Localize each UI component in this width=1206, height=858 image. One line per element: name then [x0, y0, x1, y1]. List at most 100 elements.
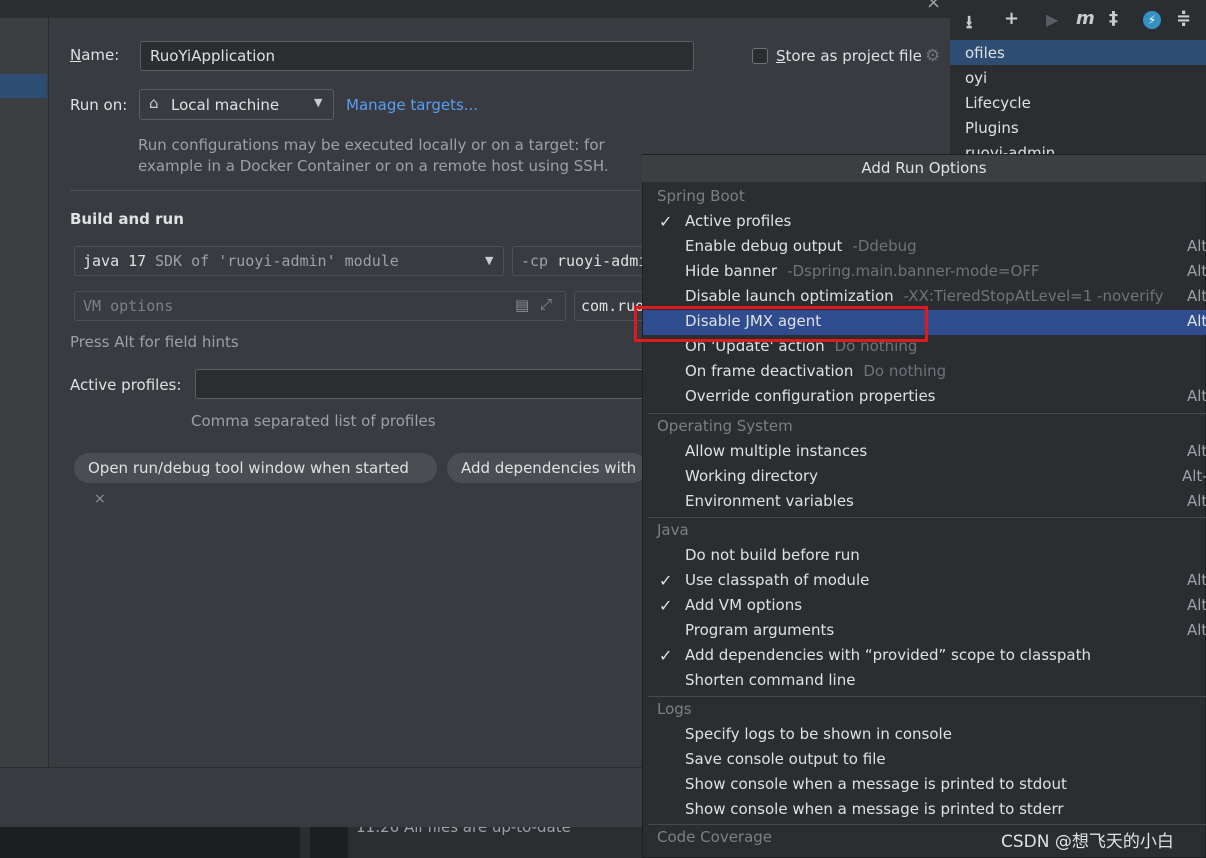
- run-option-label: Disable launch optimization: [685, 287, 894, 305]
- active-profiles-label: Active profiles:: [70, 376, 182, 394]
- run-on-label: Run on:: [70, 96, 128, 114]
- add-dependencies-chip[interactable]: Add dependencies with “: [447, 453, 647, 483]
- active-profiles-field[interactable]: [195, 369, 655, 399]
- maven-run-icon[interactable]: ▶: [1046, 10, 1058, 29]
- run-option-label: Working directory: [685, 467, 819, 485]
- shortcut-hint: Alt: [1187, 571, 1206, 589]
- shortcut-hint: Alt: [1187, 442, 1206, 460]
- maven-tree-item[interactable]: ofiles: [965, 44, 1005, 62]
- popup-group-separator: [648, 824, 1206, 825]
- popup-group-header: Operating System: [657, 417, 793, 435]
- popup-title: Add Run Options: [642, 155, 1206, 182]
- run-option-item[interactable]: Working directory: [685, 467, 818, 485]
- run-option-item[interactable]: Hide banner -Dspring.main.banner-mode=OFF: [685, 262, 1040, 280]
- checkmark-icon: ✓: [659, 596, 673, 615]
- config-tree-panel: [0, 18, 49, 768]
- manage-targets-link[interactable]: Manage targets...: [346, 96, 478, 114]
- run-option-item[interactable]: Shorten command line: [685, 671, 855, 689]
- popup-group-header: Java: [657, 521, 689, 539]
- gear-icon[interactable]: ⚙: [925, 46, 940, 66]
- store-as-project-file-checkbox[interactable]: [752, 48, 768, 64]
- popup-group-header: Logs: [657, 700, 692, 718]
- shortcut-hint: Alt: [1187, 621, 1206, 639]
- divider: [70, 190, 640, 191]
- shortcut-hint: Alt: [1187, 596, 1206, 614]
- store-as-project-file-label[interactable]: Store as project file: [776, 47, 922, 65]
- run-option-label: Add VM options: [685, 596, 803, 614]
- run-option-label: Save console output to file: [685, 750, 886, 768]
- jdk-dropdown[interactable]: java 17 SDK of 'ruoyi-admin' module ▼: [74, 246, 504, 276]
- build-and-run-heading: Build and run: [70, 210, 184, 228]
- checkmark-icon: ✓: [659, 646, 673, 665]
- run-option-item[interactable]: Use classpath of module: [685, 571, 869, 589]
- checkmark-icon: ✓: [659, 212, 673, 231]
- checkmark-icon: ✓: [659, 571, 673, 590]
- shortcut-hint: Alt: [1187, 287, 1206, 305]
- run-option-item[interactable]: Enable debug output -Ddebug: [685, 237, 917, 255]
- maven-toggle-offline-icon[interactable]: ‡: [1109, 8, 1118, 29]
- popup-group-separator: [648, 696, 1206, 697]
- run-option-item[interactable]: Disable launch optimization -XX:TieredSto…: [685, 287, 1163, 305]
- popup-group-header: Spring Boot: [657, 187, 745, 205]
- maven-tree-item[interactable]: oyi: [965, 69, 987, 87]
- run-option-label: Environment variables: [685, 492, 854, 510]
- maven-tree-item[interactable]: Lifecycle: [965, 94, 1031, 112]
- maven-skip-tests-icon[interactable]: ⚡: [1143, 11, 1161, 29]
- home-icon: ⌂: [149, 94, 159, 112]
- chevron-down-icon: ▼: [485, 254, 494, 267]
- run-option-item[interactable]: Add dependencies with “provided” scope t…: [685, 646, 1091, 664]
- profiles-hint: Comma separated list of profiles: [191, 412, 436, 430]
- run-option-item[interactable]: Specify logs to be shown in console: [685, 725, 952, 743]
- maven-download-icon[interactable]: ⭳: [966, 10, 972, 40]
- maven-panel: ⭳ + ▶ m ‡ ⚡ ≑ ofiles oyi Lifecycle Plugi…: [946, 0, 1206, 162]
- run-option-hint: Do nothing: [863, 362, 947, 380]
- classpath-module-dropdown[interactable]: -cp ruoyi-admi: [512, 246, 652, 276]
- run-option-item[interactable]: Environment variables: [685, 492, 854, 510]
- ide-bottom-separator: [300, 826, 310, 858]
- run-option-item[interactable]: Show console when a message is printed t…: [685, 800, 1064, 818]
- maven-collapse-icon[interactable]: ≑: [1176, 8, 1191, 29]
- run-option-item[interactable]: Do not build before run: [685, 546, 860, 564]
- run-option-hint: -Ddebug: [852, 237, 917, 255]
- console-panel: 11:26 All files are up-to-date: [348, 818, 648, 858]
- run-option-item[interactable]: Program arguments: [685, 621, 834, 639]
- expand-text-icon[interactable]: ▤: [515, 296, 529, 314]
- run-option-label: Add dependencies with “provided” scope t…: [685, 646, 1091, 664]
- popup-group-header: Code Coverage: [657, 828, 773, 846]
- maven-tree-item[interactable]: Plugins: [965, 119, 1019, 137]
- maven-add-icon[interactable]: +: [1004, 8, 1019, 29]
- open-tool-window-chip[interactable]: Open run/debug tool window when started …: [74, 453, 437, 507]
- run-info-line1: Run configurations may be executed local…: [138, 136, 605, 154]
- shortcut-hint: Alt-: [1182, 467, 1206, 485]
- run-option-label: Allow multiple instances: [685, 442, 868, 460]
- shortcut-hint: Alt: [1187, 237, 1206, 255]
- run-option-label: Show console when a message is printed t…: [685, 775, 1067, 793]
- run-option-label: Do not build before run: [685, 546, 860, 564]
- run-option-item[interactable]: Override configuration properties: [685, 387, 935, 405]
- config-tree-selected-item[interactable]: [0, 74, 47, 98]
- run-option-item[interactable]: On frame deactivation Do nothing: [685, 362, 946, 380]
- run-option-label: Program arguments: [685, 621, 835, 639]
- close-icon[interactable]: ×: [926, 0, 941, 13]
- highlight-annotation-box: [634, 306, 928, 342]
- run-option-hint: -XX:TieredStopAtLevel=1 -noverify: [903, 287, 1164, 305]
- run-option-hint: -Dspring.main.banner-mode=OFF: [787, 262, 1040, 280]
- run-option-label: Override configuration properties: [685, 387, 936, 405]
- name-field[interactable]: RuoYiApplication: [140, 41, 694, 71]
- maven-execute-goal-icon[interactable]: m: [1076, 8, 1095, 29]
- run-option-label: Use classpath of module: [685, 571, 870, 589]
- run-option-item[interactable]: Active profiles: [685, 212, 791, 230]
- run-on-dropdown[interactable]: ⌂ Local machine ▼: [139, 89, 334, 120]
- run-option-label: Active profiles: [685, 212, 792, 230]
- shortcut-hint: Alt: [1187, 262, 1206, 280]
- vm-options-field[interactable]: VM options ▤ ⤢: [74, 291, 566, 321]
- run-option-item[interactable]: Save console output to file: [685, 750, 886, 768]
- run-option-item[interactable]: Add VM options: [685, 596, 802, 614]
- shortcut-hint: Alt: [1187, 387, 1206, 405]
- run-option-item[interactable]: Allow multiple instances: [685, 442, 867, 460]
- shortcut-hint: Alt: [1187, 312, 1206, 330]
- run-option-label: Specify logs to be shown in console: [685, 725, 952, 743]
- close-icon[interactable]: ×: [94, 491, 106, 507]
- expand-field-icon[interactable]: ⤢: [540, 295, 552, 313]
- run-option-item[interactable]: Show console when a message is printed t…: [685, 775, 1067, 793]
